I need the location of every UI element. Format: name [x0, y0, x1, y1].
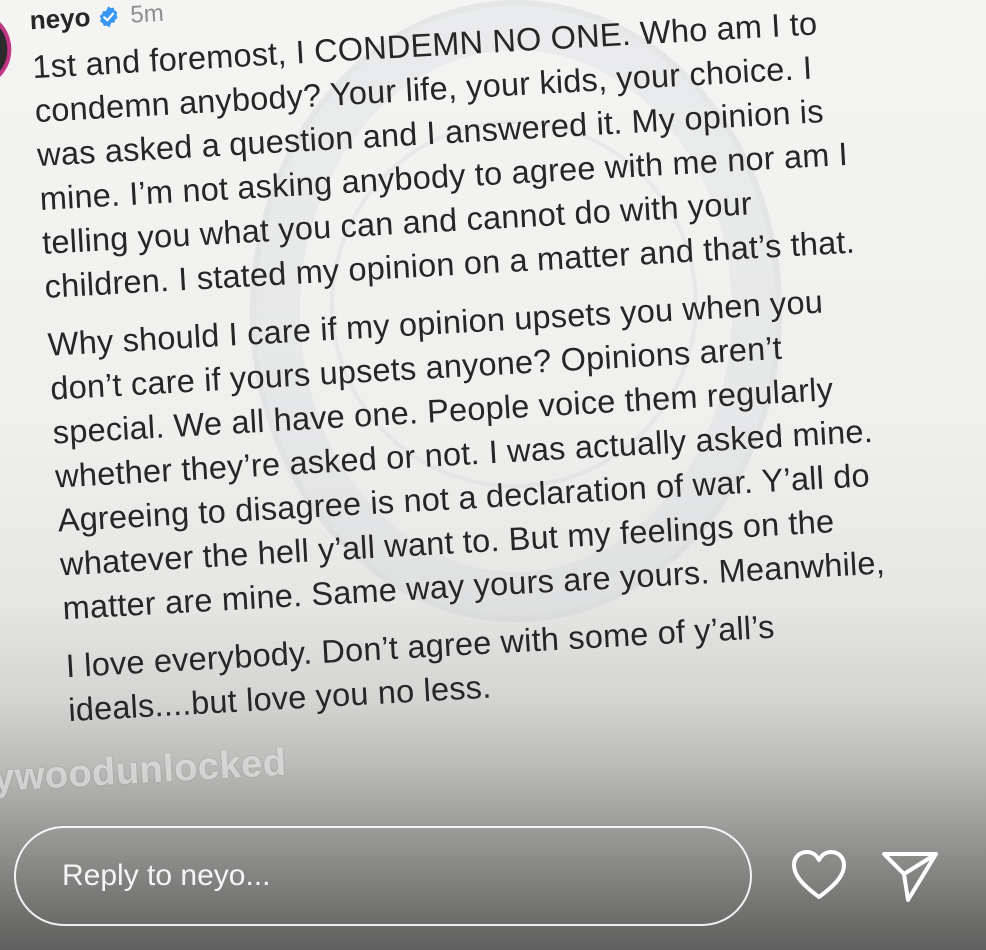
verified-badge-icon — [99, 5, 118, 27]
caption-paragraph-2: Why should I care if my opinion upsets y… — [46, 283, 886, 627]
username[interactable]: neyo — [29, 2, 91, 36]
avatar[interactable] — [0, 8, 14, 91]
heart-icon[interactable] — [790, 848, 848, 902]
send-icon[interactable] — [880, 848, 940, 904]
caption-paragraph-1: 1st and foremost, I CONDEMN NO ONE. Who … — [31, 5, 856, 305]
reply-input[interactable]: Reply to neyo... — [14, 826, 752, 926]
post-time: 5m — [129, 0, 165, 29]
post-header: neyo 5m — [29, 0, 165, 36]
shared-post-card: neyo 5m 1st and foremost, I CONDEMN NO O… — [0, 0, 986, 728]
reply-placeholder: Reply to neyo... — [62, 859, 271, 892]
credit-watermark: ywoodunlocked — [0, 741, 288, 800]
post-caption: 1st and foremost, I CONDEMN NO ONE. Who … — [31, 0, 986, 746]
story-viewer: neyo 5m 1st and foremost, I CONDEMN NO O… — [0, 0, 986, 950]
